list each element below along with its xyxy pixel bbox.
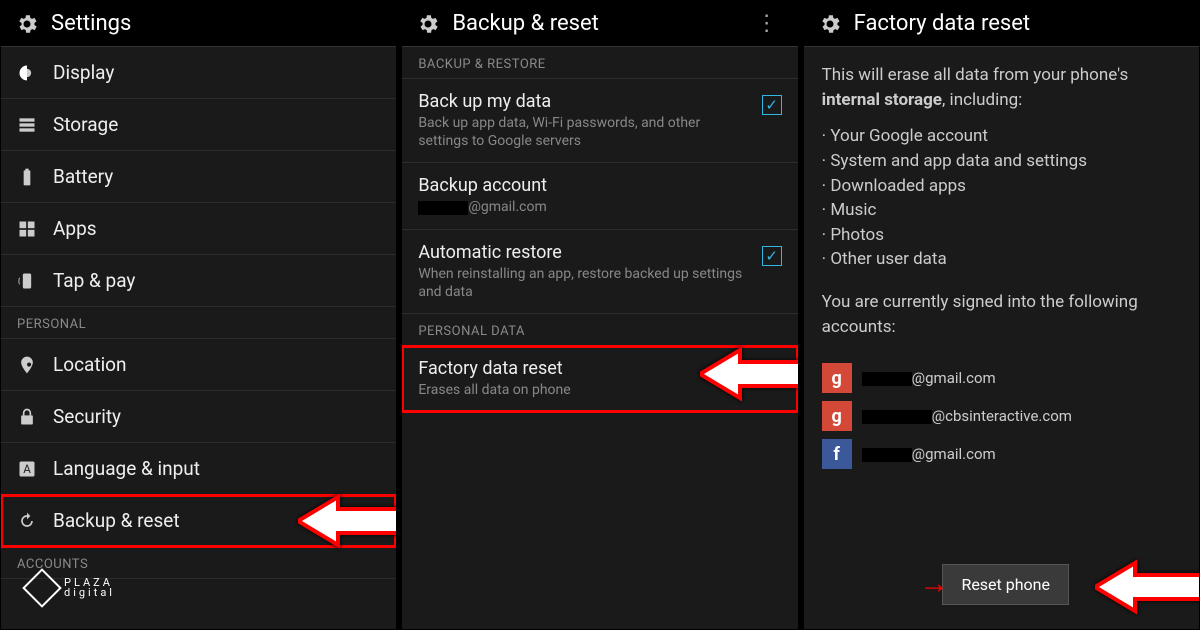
row-display[interactable]: Display — [1, 47, 396, 99]
row-battery[interactable]: Battery — [1, 151, 396, 203]
intro-text: This will erase all data from your phone… — [822, 63, 1181, 112]
row-language[interactable]: A Language & input — [1, 443, 396, 495]
factory-reset-panel: Factory data reset This will erase all d… — [803, 0, 1200, 630]
row-backup-reset[interactable]: Backup & reset — [1, 495, 396, 547]
erase-list: Your Google account System and app data … — [822, 124, 1181, 272]
list-item: Your Google account — [822, 124, 1181, 149]
row-backup-data[interactable]: Back up my dataBack up app data, Wi-Fi p… — [402, 79, 797, 163]
redacted — [418, 201, 468, 215]
row-location[interactable]: Location — [1, 339, 396, 391]
backup-list: BACKUP & RESTORE Back up my dataBack up … — [402, 47, 797, 629]
redacted — [862, 410, 932, 424]
row-auto-restore[interactable]: Automatic restoreWhen reinstalling an ap… — [402, 230, 797, 314]
row-title: Automatic restore — [418, 242, 751, 263]
redacted — [862, 372, 912, 386]
pointer-arrow-icon — [298, 493, 396, 549]
checkbox-checked[interactable]: ✓ — [762, 246, 782, 266]
row-subtitle: Erases all data on phone — [418, 381, 781, 399]
row-label: Storage — [53, 113, 118, 136]
row-apps[interactable]: Apps — [1, 203, 396, 255]
panel2-title: Backup & reset — [452, 11, 737, 36]
google-icon: g — [822, 401, 852, 431]
nfc-icon — [17, 271, 37, 291]
row-subtitle: Back up app data, Wi-Fi passwords, and o… — [418, 114, 751, 150]
list-item: Other user data — [822, 247, 1181, 272]
list-item: Photos — [822, 223, 1181, 248]
row-label: Apps — [53, 217, 97, 240]
location-icon — [17, 355, 37, 375]
settings-icon — [818, 12, 842, 36]
row-label: Display — [53, 61, 114, 84]
row-label: Backup & reset — [53, 509, 180, 532]
facebook-icon: f — [822, 439, 852, 469]
reset-phone-button[interactable]: Reset phone — [942, 564, 1069, 605]
display-icon — [17, 63, 37, 83]
row-title: Backup account — [418, 175, 781, 196]
watermark: PLAZAdigital — [28, 574, 115, 602]
row-storage[interactable]: Storage — [1, 99, 396, 151]
section-backup-restore: BACKUP & RESTORE — [402, 47, 797, 79]
svg-text:A: A — [23, 462, 31, 476]
section-personal: PERSONAL — [1, 307, 396, 339]
account-row: f @gmail.com — [822, 439, 1181, 469]
list-item: Music — [822, 198, 1181, 223]
account-row: g @gmail.com — [822, 363, 1181, 393]
storage-icon — [17, 115, 37, 135]
red-arrow-icon: → — [919, 566, 949, 601]
pointer-arrow-icon — [1095, 559, 1200, 615]
row-label: Language & input — [53, 457, 200, 480]
battery-icon — [17, 167, 37, 187]
checkbox-checked[interactable]: ✓ — [762, 95, 782, 115]
row-label: Security — [53, 405, 121, 428]
lock-icon — [17, 407, 37, 427]
row-backup-account[interactable]: Backup account @gmail.com — [402, 163, 797, 229]
watermark-text: PLAZAdigital — [64, 578, 115, 598]
row-label: Battery — [53, 165, 113, 188]
watermark-icon — [22, 568, 62, 608]
reset-description: This will erase all data from your phone… — [804, 47, 1199, 355]
account-email: @gmail.com — [862, 369, 996, 387]
row-subtitle: @gmail.com — [418, 198, 781, 216]
row-title: Back up my data — [418, 91, 751, 112]
settings-icon — [416, 12, 440, 36]
panel1-header: Settings — [1, 1, 396, 47]
signed-in-text: You are currently signed into the follow… — [822, 290, 1181, 339]
language-icon: A — [17, 459, 37, 479]
panel1-title: Settings — [51, 11, 382, 36]
accounts-list: g @gmail.com g @cbsinteractive.com f @gmail… — [804, 355, 1199, 477]
google-icon: g — [822, 363, 852, 393]
panel2-header: Backup & reset ⋮ — [402, 1, 797, 47]
row-label: Tap & pay — [53, 269, 135, 292]
row-label: Location — [53, 353, 127, 376]
row-tap-pay[interactable]: Tap & pay — [1, 255, 396, 307]
backup-icon — [17, 511, 37, 531]
settings-list: Display Storage Battery Apps Tap & pay P… — [1, 47, 396, 629]
row-subtitle: When reinstalling an app, restore backed… — [418, 265, 751, 301]
row-security[interactable]: Security — [1, 391, 396, 443]
account-email: @cbsinteractive.com — [862, 407, 1072, 425]
more-icon[interactable]: ⋮ — [750, 11, 784, 36]
apps-icon — [17, 219, 37, 239]
settings-panel: Settings Display Storage Battery Apps Ta… — [0, 0, 397, 630]
row-factory-reset[interactable]: Factory data reset Erases all data on pho… — [402, 346, 797, 412]
list-item: System and app data and settings — [822, 149, 1181, 174]
redacted — [862, 448, 912, 462]
list-item: Downloaded apps — [822, 174, 1181, 199]
backup-reset-panel: Backup & reset ⋮ BACKUP & RESTORE Back u… — [401, 0, 798, 630]
panel3-title: Factory data reset — [854, 11, 1185, 36]
account-row: g @cbsinteractive.com — [822, 401, 1181, 431]
settings-icon — [15, 12, 39, 36]
section-personal-data: PERSONAL DATA — [402, 314, 797, 346]
panel3-header: Factory data reset — [804, 1, 1199, 47]
account-email: @gmail.com — [862, 445, 996, 463]
row-title: Factory data reset — [418, 358, 781, 379]
